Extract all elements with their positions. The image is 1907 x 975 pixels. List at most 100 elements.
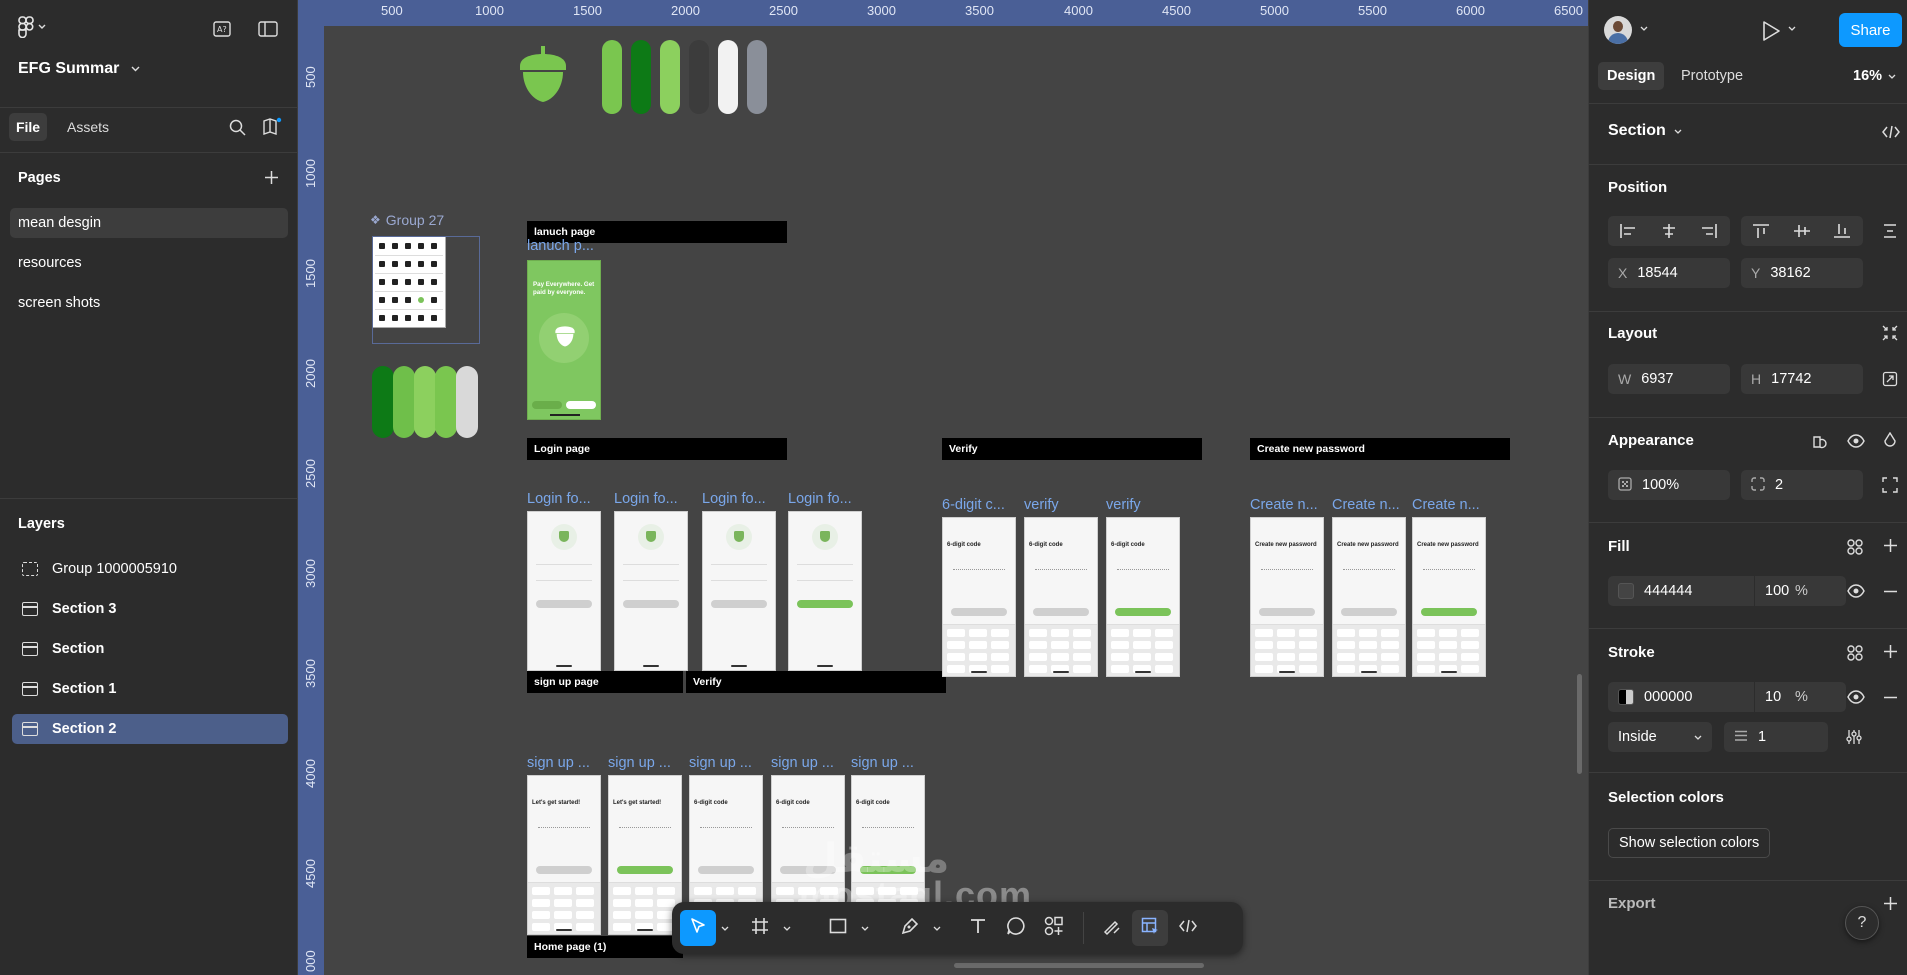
palette-swatch[interactable]	[660, 40, 680, 114]
login-frame[interactable]	[788, 511, 862, 671]
main-menu-button[interactable]	[18, 16, 46, 38]
frame-label[interactable]: sign up ...	[527, 755, 590, 771]
blend-mode-icon[interactable]	[1883, 432, 1897, 450]
v-frame[interactable]: 6-digit code	[942, 517, 1016, 677]
independent-corners-icon[interactable]	[1882, 477, 1898, 493]
green-frame[interactable]: Create new password	[1412, 517, 1486, 677]
frame-label[interactable]: sign up ...	[851, 755, 914, 771]
move-tool-menu[interactable]	[716, 910, 734, 946]
align-right-icon[interactable]	[1700, 223, 1718, 239]
code-icon[interactable]	[1881, 123, 1901, 141]
frame-label[interactable]: Login fo...	[788, 491, 852, 507]
chevron-down-icon[interactable]	[1788, 26, 1796, 32]
frame-label[interactable]: sign up ...	[771, 755, 834, 771]
distribute-icon[interactable]	[1883, 223, 1897, 239]
play-icon[interactable]	[1761, 20, 1781, 42]
align-center-horizontal-icon[interactable]	[1660, 223, 1678, 239]
collapse-icon[interactable]	[1882, 325, 1898, 341]
group-color-swatch[interactable]	[435, 366, 457, 438]
eye-icon[interactable]	[1847, 434, 1865, 448]
remove-stroke-icon[interactable]	[1883, 696, 1898, 699]
palette-swatch[interactable]	[747, 40, 767, 114]
align-top-icon[interactable]	[1752, 223, 1770, 239]
launch-frame[interactable]: Pay Everywhere. Get paid by everyone.	[527, 260, 601, 420]
palette-swatch[interactable]	[718, 40, 738, 114]
frame-tool-button[interactable]	[742, 910, 778, 946]
section-bar-login[interactable]: Login page	[527, 438, 787, 460]
move-tool-button[interactable]	[680, 910, 716, 946]
group-color-swatch[interactable]	[393, 366, 415, 438]
section-bar-create[interactable]: Create new password	[1250, 438, 1510, 460]
eye-icon[interactable]	[1847, 690, 1865, 704]
styles-icon[interactable]	[1846, 644, 1864, 662]
stroke-settings-icon[interactable]	[1845, 729, 1863, 745]
section-bar-signup[interactable]: sign up page	[527, 671, 683, 693]
vertical-scrollbar[interactable]	[1577, 674, 1582, 774]
add-page-icon[interactable]	[264, 170, 279, 185]
v-frame[interactable]: Create new password	[1250, 517, 1324, 677]
section-bar-verify[interactable]: Verify	[942, 438, 1202, 460]
palette-swatch[interactable]	[631, 40, 651, 114]
group-color-swatches[interactable]	[372, 366, 484, 438]
frame-label[interactable]: verify	[1024, 497, 1059, 513]
layer-item[interactable]: Group 1000005910	[12, 554, 288, 584]
corner-radius-input[interactable]: 2	[1741, 470, 1863, 500]
selection-type[interactable]: Section	[1608, 122, 1682, 140]
frame-label[interactable]: Create n...	[1412, 497, 1480, 513]
frame-label[interactable]: Create n...	[1250, 497, 1318, 513]
login-frame[interactable]	[527, 511, 601, 671]
group-color-swatch[interactable]	[372, 366, 394, 438]
page-item[interactable]: screen shots	[10, 288, 288, 318]
y-input[interactable]: Y 38162	[1741, 258, 1863, 288]
fill-input[interactable]: 444444 100 %	[1608, 576, 1846, 606]
align-middle-icon[interactable]	[1793, 223, 1811, 239]
shape-tool-button[interactable]	[820, 910, 856, 946]
help-button[interactable]: ?	[1845, 906, 1879, 940]
add-stroke-icon[interactable]	[1883, 644, 1898, 659]
layer-item-selected[interactable]: Section 2	[12, 714, 288, 744]
v-frame[interactable]: 6-digit code	[1024, 517, 1098, 677]
text-tool-button[interactable]	[960, 910, 996, 946]
draw-mode-button[interactable]	[1094, 910, 1130, 946]
share-button[interactable]: Share	[1839, 13, 1902, 47]
remove-fill-icon[interactable]	[1883, 590, 1898, 593]
file-title[interactable]: EFG Summar	[18, 60, 140, 78]
section-bar-home[interactable]: Home page (1)	[527, 936, 683, 958]
layer-item[interactable]: Section 3	[12, 594, 288, 624]
frame-label[interactable]: 6-digit c...	[942, 497, 1005, 513]
frame-label[interactable]: sign up ...	[608, 755, 671, 771]
add-export-icon[interactable]	[1883, 896, 1898, 911]
frame-label[interactable]: lanuch p...	[527, 238, 594, 254]
green-frame[interactable]: 6-digit code	[1106, 517, 1180, 677]
frame-label[interactable]: Login fo...	[702, 491, 766, 507]
x-input[interactable]: X 18544	[1608, 258, 1730, 288]
pen-tool-menu[interactable]	[928, 910, 946, 946]
group-color-swatch[interactable]	[414, 366, 436, 438]
palette-swatch[interactable]	[689, 40, 709, 114]
color-palette[interactable]	[602, 40, 767, 114]
search-icon[interactable]	[229, 119, 246, 136]
shape-tool-menu[interactable]	[856, 910, 874, 946]
width-input[interactable]: W 6937	[1608, 364, 1730, 394]
panel-toggle-icon[interactable]	[258, 21, 278, 37]
v-frame[interactable]: Create new password	[1332, 517, 1406, 677]
chevron-down-icon[interactable]	[1640, 26, 1648, 32]
frame-tool-menu[interactable]	[778, 910, 796, 946]
variable-mode-icon[interactable]	[1811, 432, 1829, 450]
add-fill-icon[interactable]	[1883, 538, 1898, 553]
tab-assets[interactable]: Assets	[67, 113, 109, 141]
actions-button[interactable]	[1036, 910, 1072, 946]
styles-icon[interactable]	[1846, 538, 1864, 556]
stroke-position-select[interactable]: Inside	[1608, 722, 1712, 752]
tab-design[interactable]: Design	[1598, 62, 1665, 90]
align-left-icon[interactable]	[1619, 223, 1637, 239]
font-icon[interactable]: A?	[213, 21, 231, 37]
canvas[interactable]: ❖ Group 27 lanuch page Login page Verify…	[324, 26, 1588, 975]
palette-swatch[interactable]	[602, 40, 622, 114]
zoom-control[interactable]: 16%	[1853, 62, 1896, 90]
library-icon[interactable]	[262, 117, 282, 136]
opacity-input[interactable]: 100%	[1608, 470, 1730, 500]
stroke-input[interactable]: 000000 10 %	[1608, 682, 1846, 712]
align-bottom-icon[interactable]	[1833, 223, 1851, 239]
eye-icon[interactable]	[1847, 584, 1865, 598]
